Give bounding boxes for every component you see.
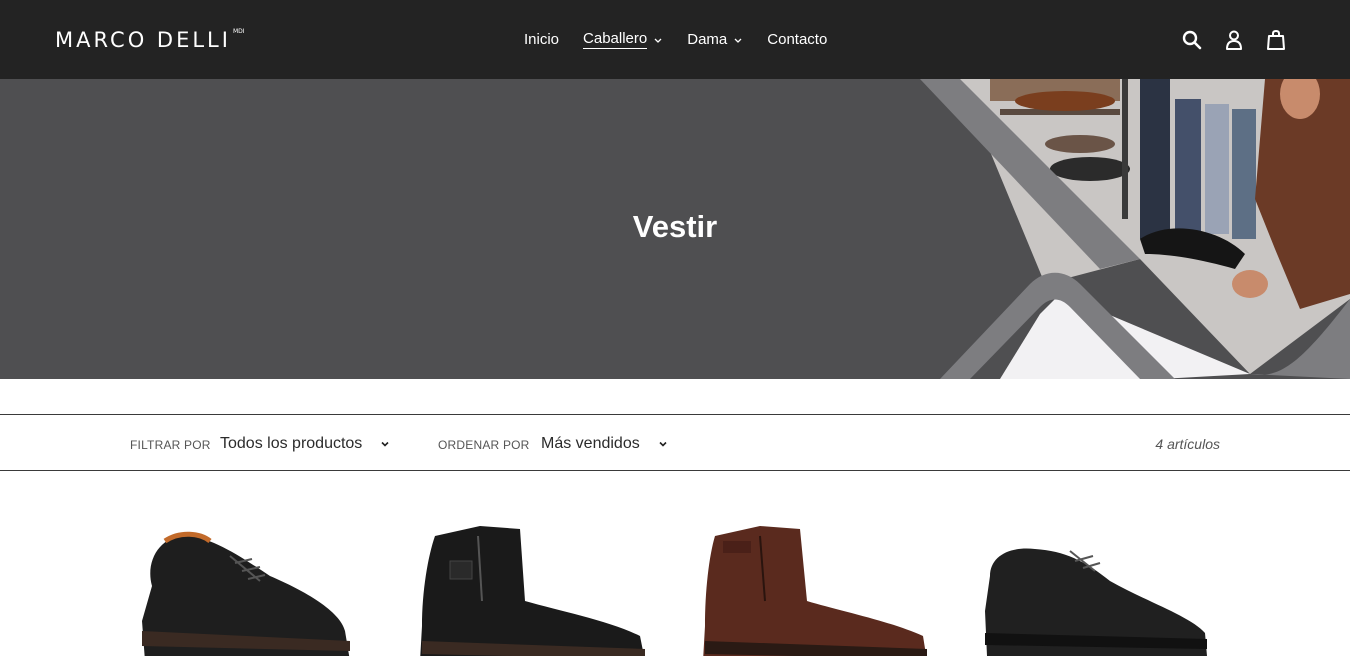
filter-select[interactable]: Todos los productos — [220, 435, 390, 453]
product-count: 4 artículos — [1155, 436, 1220, 452]
nav-item-caballero[interactable]: Caballero — [583, 30, 663, 49]
nav-item-contacto[interactable]: Contacto — [767, 30, 827, 49]
filter-sort-bar: FILTRAR POR Todos los productos ORDENAR … — [0, 414, 1350, 471]
product-image — [703, 526, 927, 656]
product-card-brown-zip-boot[interactable] — [695, 521, 935, 656]
brand-name: MARCO DELLI — [55, 28, 231, 52]
product-card-black-zip-boot[interactable] — [410, 521, 650, 656]
sort-select[interactable]: Más vendidos — [541, 435, 668, 453]
site-header: MARCO DELLI MDI Inicio Caballero Dama Con… — [0, 0, 1350, 79]
page-title: Vestir — [632, 209, 718, 244]
product-image — [420, 526, 645, 656]
chevron-down-icon — [381, 441, 389, 447]
nav-label: Inicio — [524, 31, 560, 48]
search-icon[interactable] — [1180, 28, 1204, 52]
nav-label: Dama — [687, 31, 728, 48]
filter-label: FILTRAR POR — [130, 438, 211, 452]
brand-logo[interactable]: MARCO DELLI MDI — [55, 28, 245, 52]
chevron-down-icon — [654, 38, 662, 43]
product-image — [142, 531, 350, 656]
product-card-black-derby-shoe[interactable] — [975, 521, 1215, 656]
nav-label: Contacto — [767, 31, 828, 48]
nav-item-dama[interactable]: Dama — [687, 30, 743, 49]
cart-icon[interactable] — [1264, 28, 1288, 52]
nav-item-inicio[interactable]: Inicio — [524, 30, 559, 49]
sort-label: ORDENAR POR — [438, 438, 530, 452]
chevron-down-icon — [659, 441, 667, 447]
main-nav: Inicio Caballero Dama Contacto — [524, 30, 851, 49]
product-card-oxford-black-shoe[interactable] — [130, 521, 370, 656]
sort-select-value: Más vendidos — [541, 435, 640, 452]
brand-mark: MDI — [232, 28, 245, 35]
filter-select-value: Todos los productos — [220, 435, 363, 452]
nav-label: Caballero — [583, 30, 648, 49]
chevron-down-icon — [734, 38, 742, 43]
header-icons — [1180, 28, 1288, 52]
product-image — [985, 548, 1207, 656]
account-icon[interactable] — [1222, 28, 1246, 52]
product-grid — [0, 471, 1350, 656]
collection-hero: Vestir — [0, 79, 1350, 379]
